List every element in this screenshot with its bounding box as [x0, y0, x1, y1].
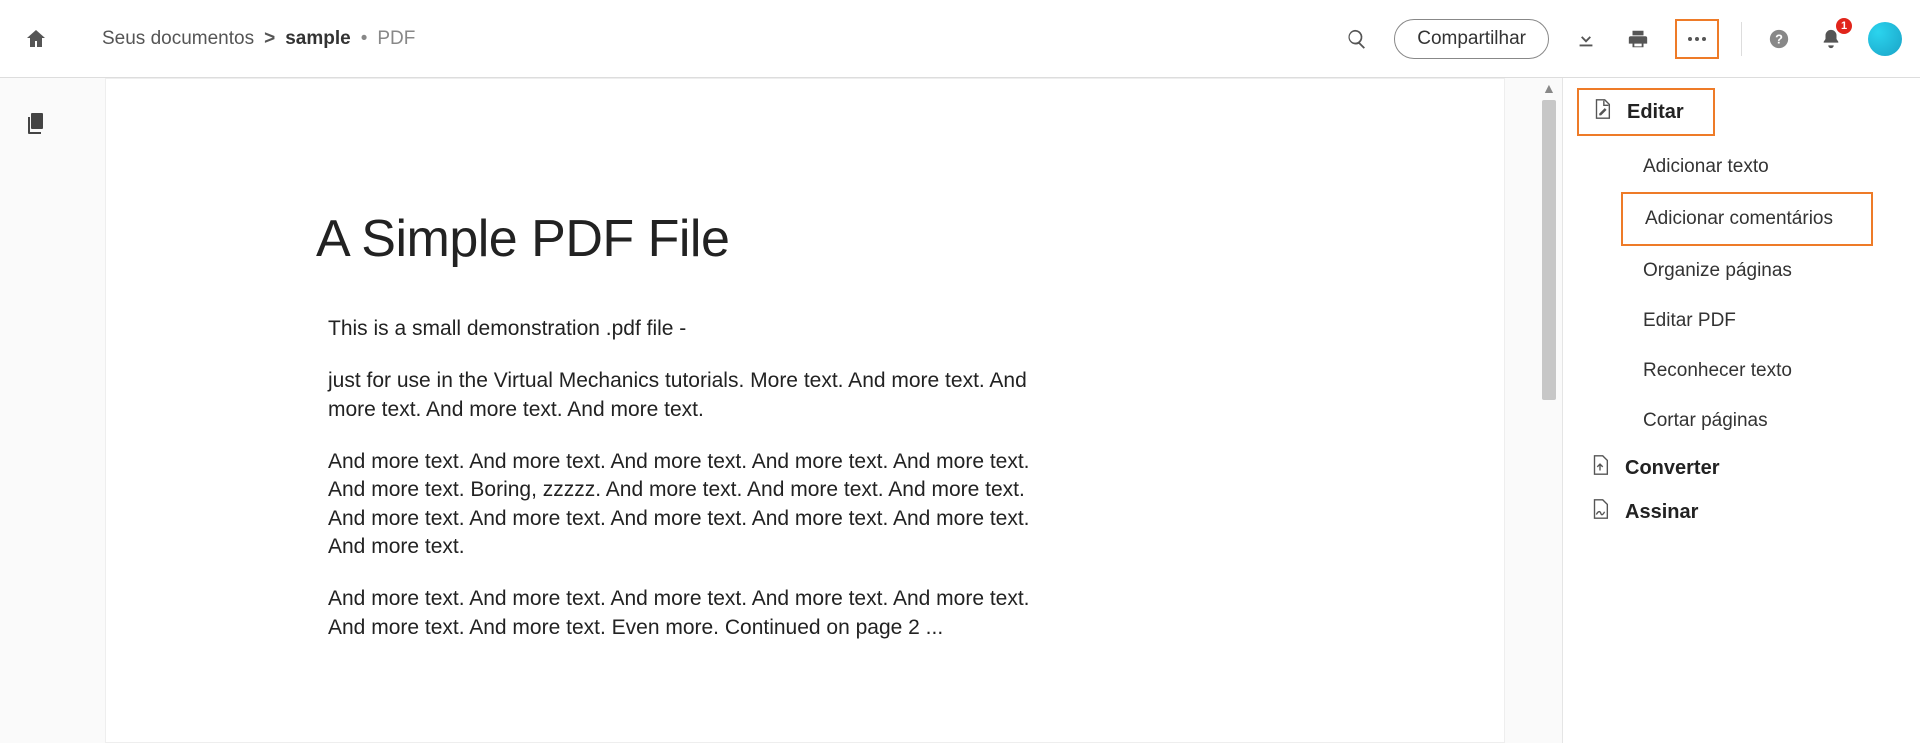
tool-add-text[interactable]: Adicionar texto: [1577, 142, 1906, 192]
tool-add-comments[interactable]: Adicionar comentários: [1621, 192, 1873, 246]
convert-section[interactable]: Converter: [1577, 446, 1906, 490]
help-icon[interactable]: ?: [1764, 24, 1794, 54]
breadcrumb-ext: PDF: [377, 28, 415, 50]
convert-icon: [1589, 454, 1611, 482]
notification-badge: 1: [1836, 18, 1852, 34]
left-rail: [0, 78, 72, 743]
scroll-thumb[interactable]: [1542, 100, 1556, 400]
sign-section-label: Assinar: [1625, 501, 1698, 524]
convert-section-label: Converter: [1625, 457, 1719, 480]
header-divider: [1741, 22, 1742, 56]
tool-edit-pdf[interactable]: Editar PDF: [1577, 296, 1906, 346]
breadcrumb-separator: >: [264, 28, 275, 50]
pdf-page: A Simple PDF File This is a small demons…: [105, 78, 1505, 743]
share-button[interactable]: Compartilhar: [1394, 19, 1549, 59]
edit-section[interactable]: Editar: [1577, 88, 1715, 136]
right-tools-panel: Editar Adicionar texto Adicionar comentá…: [1562, 78, 1920, 743]
more-options-button[interactable]: [1675, 19, 1719, 59]
avatar[interactable]: [1868, 22, 1902, 56]
edit-pdf-icon: [1591, 98, 1613, 126]
svg-text:?: ?: [1775, 31, 1783, 46]
search-icon[interactable]: [1342, 24, 1372, 54]
page-paragraph: just for use in the Virtual Mechanics tu…: [316, 367, 1036, 424]
breadcrumb-root[interactable]: Seus documentos: [102, 28, 254, 50]
page-paragraph: And more text. And more text. And more t…: [316, 585, 1036, 642]
app-header: Seus documentos > sample • PDF Compartil…: [0, 0, 1920, 78]
page-title: A Simple PDF File: [316, 209, 1314, 269]
scroll-up-icon[interactable]: ▲: [1542, 80, 1556, 96]
tool-organize-pages[interactable]: Organize páginas: [1577, 246, 1906, 296]
sign-section[interactable]: Assinar: [1577, 490, 1906, 534]
print-icon[interactable]: [1623, 24, 1653, 54]
page-paragraph: This is a small demonstration .pdf file …: [316, 315, 1036, 343]
notifications-icon[interactable]: 1: [1816, 24, 1846, 54]
breadcrumb-ext-sep: •: [361, 28, 368, 50]
page-paragraph: And more text. And more text. And more t…: [316, 448, 1036, 561]
sign-icon: [1589, 498, 1611, 526]
breadcrumb: Seus documentos > sample • PDF: [102, 28, 415, 50]
document-viewport[interactable]: A Simple PDF File This is a small demons…: [72, 78, 1538, 743]
download-icon[interactable]: [1571, 24, 1601, 54]
home-icon[interactable]: [21, 24, 51, 54]
edit-section-label: Editar: [1627, 101, 1684, 124]
more-horizontal-icon: [1687, 36, 1707, 42]
breadcrumb-current: sample: [285, 28, 350, 50]
tool-recognize-text[interactable]: Reconhecer texto: [1577, 346, 1906, 396]
tool-crop-pages[interactable]: Cortar páginas: [1577, 396, 1906, 446]
pages-panel-icon[interactable]: [21, 108, 51, 138]
scrollbar[interactable]: ▲: [1538, 78, 1562, 743]
